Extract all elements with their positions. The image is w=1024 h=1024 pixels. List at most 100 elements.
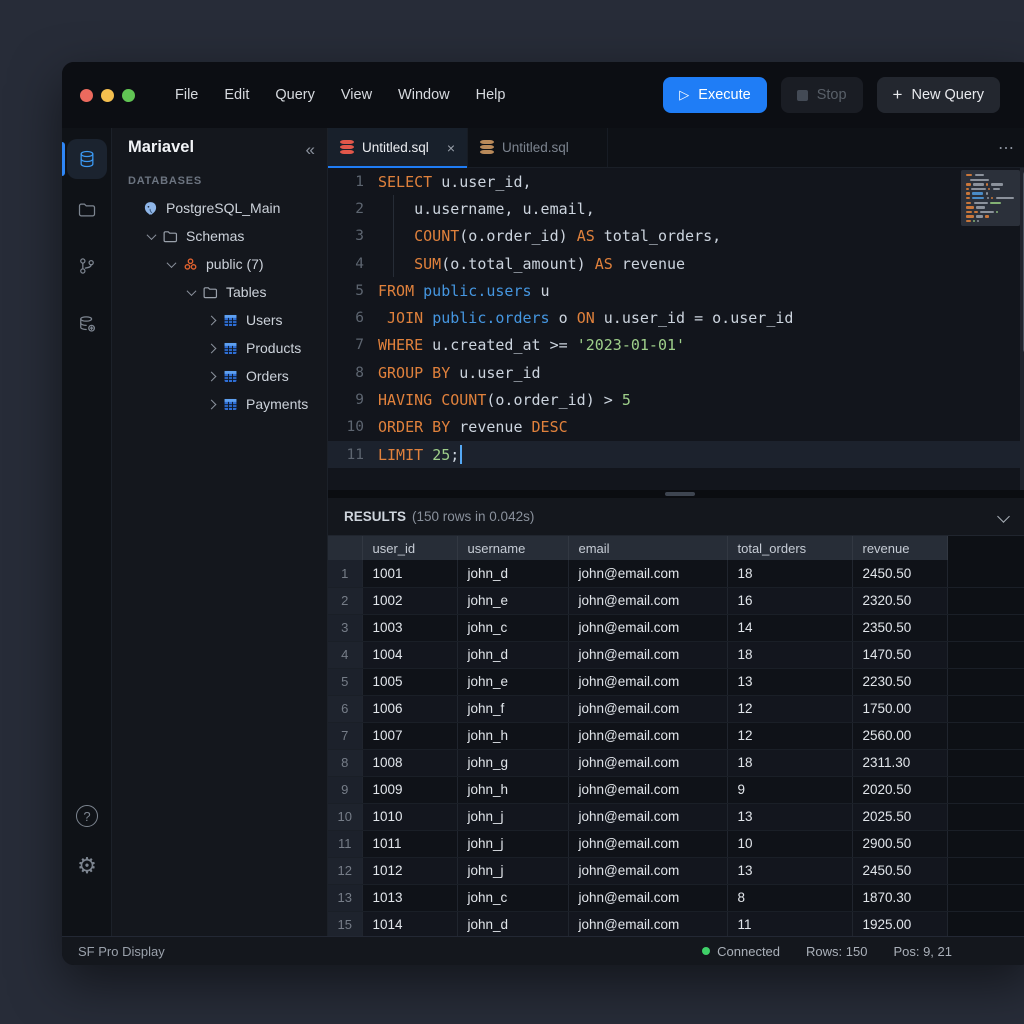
chevron-down-icon[interactable] [167, 258, 177, 268]
cell-email[interactable]: john@email.com [568, 857, 727, 884]
code-line-9[interactable]: 9HAVING COUNT(o.order_id) > 5 [328, 386, 1024, 413]
table-row[interactable]: 91009john_hjohn@email.com92020.50 [328, 776, 1024, 803]
cell-revenue[interactable]: 1870.30 [852, 884, 947, 911]
table-row[interactable]: 131013john_cjohn@email.com81870.30 [328, 884, 1024, 911]
cell-revenue[interactable]: 2900.50 [852, 830, 947, 857]
tab-1-untitled-sql[interactable]: Untitled.sql× [328, 128, 468, 167]
table-row[interactable]: 151014john_djohn@email.com111925.00 [328, 911, 1024, 936]
cell-email[interactable]: john@email.com [568, 749, 727, 776]
code-line-2[interactable]: 2 u.username, u.email, [328, 195, 1024, 222]
cell-revenue[interactable]: 2320.50 [852, 587, 947, 614]
cell-user_id[interactable]: 1010 [362, 803, 457, 830]
tab-close-icon[interactable]: × [447, 140, 455, 156]
cell-revenue[interactable]: 1925.00 [852, 911, 947, 936]
settings-rail-button[interactable]: ⚙ [67, 846, 107, 886]
help-rail-button[interactable]: ? [67, 796, 107, 836]
cell-user_id[interactable]: 1001 [362, 560, 457, 587]
table-row[interactable]: 11001john_djohn@email.com182450.50 [328, 560, 1024, 587]
cell-revenue[interactable]: 2311.30 [852, 749, 947, 776]
code-line-1[interactable]: 1SELECT u.user_id, [328, 168, 1024, 195]
cell-revenue[interactable]: 2020.50 [852, 776, 947, 803]
cell-revenue[interactable]: 2230.50 [852, 668, 947, 695]
cell-username[interactable]: john_j [457, 830, 568, 857]
chevron-down-icon[interactable] [147, 230, 157, 240]
column-header-email[interactable]: email [568, 536, 727, 560]
chevron-down-icon[interactable] [997, 510, 1010, 523]
chevron-right-icon[interactable] [207, 399, 217, 409]
cell-email[interactable]: john@email.com [568, 803, 727, 830]
cell-user_id[interactable]: 1002 [362, 587, 457, 614]
results-resize-handle[interactable] [328, 490, 1024, 498]
cell-username[interactable]: john_d [457, 641, 568, 668]
cell-email[interactable]: john@email.com [568, 722, 727, 749]
cell-email[interactable]: john@email.com [568, 560, 727, 587]
cell-username[interactable]: john_e [457, 587, 568, 614]
cell-username[interactable]: john_j [457, 803, 568, 830]
cell-username[interactable]: john_f [457, 695, 568, 722]
cell-revenue[interactable]: 2350.50 [852, 614, 947, 641]
table-row[interactable]: 121012john_jjohn@email.com132450.50 [328, 857, 1024, 884]
cell-email[interactable]: john@email.com [568, 695, 727, 722]
table-row[interactable]: 71007john_hjohn@email.com122560.00 [328, 722, 1024, 749]
chevron-right-icon[interactable] [207, 371, 217, 381]
tree-item-orders[interactable]: Orders [112, 362, 327, 390]
branch-rail-button[interactable] [67, 246, 107, 286]
tree-item-users[interactable]: Users [112, 306, 327, 334]
cell-total_orders[interactable]: 13 [727, 668, 852, 695]
stop-button[interactable]: Stop [781, 77, 863, 113]
cell-user_id[interactable]: 1008 [362, 749, 457, 776]
cell-total_orders[interactable]: 13 [727, 803, 852, 830]
cell-total_orders[interactable]: 12 [727, 695, 852, 722]
sidebar-collapse-icon[interactable]: « [306, 140, 313, 160]
cell-email[interactable]: john@email.com [568, 641, 727, 668]
tab-2-untitled-sql[interactable]: Untitled.sql [468, 128, 608, 167]
code-line-3[interactable]: 3 COUNT(o.order_id) AS total_orders, [328, 223, 1024, 250]
chevron-right-icon[interactable] [207, 343, 217, 353]
code-line-8[interactable]: 8GROUP BY u.user_id [328, 359, 1024, 386]
editor-scrollbar-track[interactable] [1020, 168, 1024, 490]
cell-user_id[interactable]: 1012 [362, 857, 457, 884]
cell-total_orders[interactable]: 12 [727, 722, 852, 749]
menu-item-query[interactable]: Query [265, 81, 325, 109]
cell-revenue[interactable]: 2025.50 [852, 803, 947, 830]
cell-username[interactable]: john_j [457, 857, 568, 884]
cell-username[interactable]: john_d [457, 560, 568, 587]
table-row[interactable]: 81008john_gjohn@email.com182311.30 [328, 749, 1024, 776]
table-row[interactable]: 61006john_fjohn@email.com121750.00 [328, 695, 1024, 722]
code-line-4[interactable]: 4 SUM(o.total_amount) AS revenue [328, 250, 1024, 277]
cell-user_id[interactable]: 1004 [362, 641, 457, 668]
cell-revenue[interactable]: 1470.50 [852, 641, 947, 668]
code-line-11[interactable]: 11LIMIT 25; [328, 441, 1024, 468]
cell-total_orders[interactable]: 18 [727, 641, 852, 668]
cell-email[interactable]: john@email.com [568, 587, 727, 614]
cell-total_orders[interactable]: 13 [727, 857, 852, 884]
menu-item-edit[interactable]: Edit [214, 81, 259, 109]
tree-item-payments[interactable]: Payments [112, 390, 327, 418]
code-line-5[interactable]: 5FROM public.users u [328, 277, 1024, 304]
tree-item-postgresql-main[interactable]: PostgreSQL_Main [112, 194, 327, 222]
cell-total_orders[interactable]: 8 [727, 884, 852, 911]
cell-user_id[interactable]: 1006 [362, 695, 457, 722]
cell-revenue[interactable]: 2450.50 [852, 857, 947, 884]
table-row[interactable]: 31003john_cjohn@email.com142350.50 [328, 614, 1024, 641]
sql-editor[interactable]: 1SELECT u.user_id,2 u.username, u.email,… [328, 168, 1024, 490]
cell-total_orders[interactable]: 18 [727, 560, 852, 587]
cell-total_orders[interactable]: 14 [727, 614, 852, 641]
minimap[interactable] [961, 170, 1020, 226]
menu-item-view[interactable]: View [331, 81, 382, 109]
cell-email[interactable]: john@email.com [568, 776, 727, 803]
cell-user_id[interactable]: 1014 [362, 911, 457, 936]
database-rail-button[interactable] [67, 139, 107, 179]
execute-button[interactable]: ▷ Execute [663, 77, 766, 113]
cell-username[interactable]: john_g [457, 749, 568, 776]
results-header[interactable]: RESULTS (150 rows in 0.042s) [328, 498, 1024, 536]
table-row[interactable]: 51005john_ejohn@email.com132230.50 [328, 668, 1024, 695]
menu-item-help[interactable]: Help [466, 81, 516, 109]
chevron-right-icon[interactable] [207, 315, 217, 325]
minimize-traffic-light[interactable] [101, 89, 114, 102]
table-row[interactable]: 41004john_djohn@email.com181470.50 [328, 641, 1024, 668]
cell-user_id[interactable]: 1005 [362, 668, 457, 695]
tree-item-tables[interactable]: Tables [112, 278, 327, 306]
cell-user_id[interactable]: 1013 [362, 884, 457, 911]
cell-revenue[interactable]: 1750.00 [852, 695, 947, 722]
